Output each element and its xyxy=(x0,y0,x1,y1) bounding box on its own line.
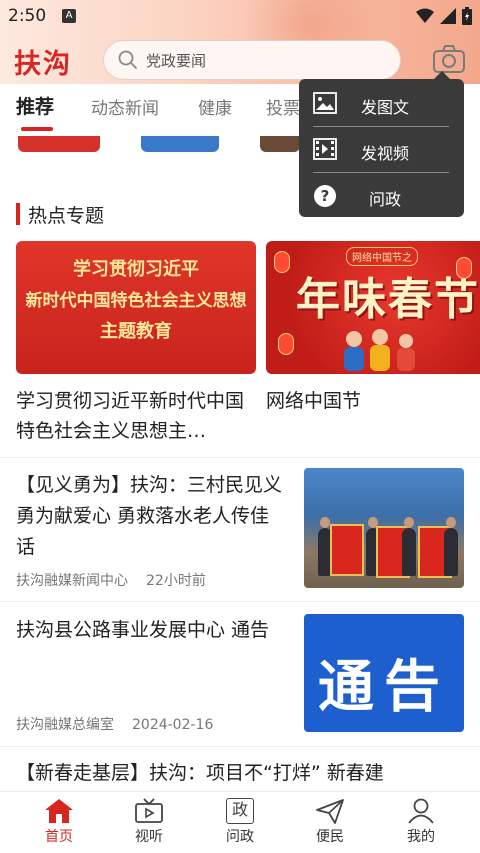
partial-card[interactable] xyxy=(141,136,219,152)
award-banner xyxy=(330,524,364,576)
nav-home[interactable]: 首页 xyxy=(29,798,89,846)
app-header: 2:50 A 扶沟 党政要闻 xyxy=(0,0,480,84)
topic-image-title: 年味春节 xyxy=(296,274,480,325)
tv-icon xyxy=(135,798,163,823)
topic-caption[interactable]: 网络中国节 xyxy=(266,386,476,416)
tab-vote[interactable]: 投票 xyxy=(266,94,300,119)
person-icon xyxy=(408,798,434,824)
popup-item-post-video[interactable]: 发视频 xyxy=(299,127,464,173)
person-figure xyxy=(402,517,416,576)
nav-video[interactable]: 视听 xyxy=(119,798,179,846)
image-icon xyxy=(313,92,337,114)
topic-image-text: 新时代中国特色社会主义思想 xyxy=(25,291,247,311)
news-title[interactable]: 【新春走基层】扶沟：项目不“打烊” 新春建 xyxy=(16,758,476,789)
section-title-text: 热点专题 xyxy=(28,204,105,227)
nav-services[interactable]: 便民 xyxy=(300,798,360,846)
video-icon xyxy=(313,138,337,160)
news-source: 扶沟融媒新闻中心 xyxy=(16,573,128,589)
search-bar[interactable]: 党政要闻 xyxy=(103,40,401,80)
home-icon xyxy=(45,799,73,823)
signal-icon xyxy=(440,8,456,24)
lantern-decoration xyxy=(274,251,290,273)
nav-label: 我的 xyxy=(407,829,435,845)
popup-item-post-image[interactable]: 发图文 xyxy=(299,81,464,127)
app-logo: 扶沟 xyxy=(14,49,72,80)
notification-a-icon: A xyxy=(62,9,76,23)
lantern-decoration xyxy=(278,333,294,355)
news-thumbnail[interactable]: 通告 xyxy=(304,614,464,732)
section-title-bar xyxy=(16,203,20,225)
popup-item-ask[interactable]: ? 问政 xyxy=(299,173,464,219)
partial-card[interactable] xyxy=(260,136,300,152)
topic-card-image[interactable]: 学习贯彻习近平 新时代中国特色社会主义思想 主题教育 xyxy=(16,241,256,374)
nav-label: 首页 xyxy=(45,829,73,845)
question-icon: ? xyxy=(314,185,336,207)
notice-thumbnail-text: 通告 xyxy=(318,655,450,720)
family-illustration xyxy=(344,329,415,371)
nav-politics[interactable]: 政 问政 xyxy=(210,798,270,846)
news-time: 2024-02-16 xyxy=(132,717,214,733)
nav-label: 问政 xyxy=(226,829,254,845)
send-icon xyxy=(316,799,344,824)
popup-item-label: 发图文 xyxy=(361,98,410,117)
search-placeholder: 党政要闻 xyxy=(146,51,207,70)
topic-card-image[interactable]: 网络中国节之 年味春节 xyxy=(266,241,480,374)
news-meta: 扶沟融媒总编室 2024-02-16 xyxy=(16,714,213,734)
svg-text:?: ? xyxy=(321,187,330,205)
zheng-icon: 政 xyxy=(226,798,254,824)
battery-icon xyxy=(462,7,472,25)
news-source: 扶沟融媒总编室 xyxy=(16,717,114,733)
status-time: 2:50 xyxy=(8,6,47,26)
lantern-decoration xyxy=(456,257,472,279)
active-tab-indicator xyxy=(21,127,53,131)
person-figure xyxy=(444,517,458,576)
partial-card[interactable] xyxy=(18,136,100,152)
nav-mine[interactable]: 我的 xyxy=(391,798,451,846)
camera-icon[interactable] xyxy=(432,44,466,74)
news-thumbnail[interactable] xyxy=(304,468,464,588)
popup-item-label: 问政 xyxy=(369,190,402,209)
status-bar: 2:50 A xyxy=(0,0,480,32)
wifi-icon xyxy=(416,8,434,23)
topic-image-text: 学习贯彻习近平 xyxy=(73,259,199,280)
news-meta: 扶沟融媒新闻中心 22小时前 xyxy=(16,570,206,590)
topic-caption[interactable]: 学习贯彻习近平新时代中国特色社会主义思想主… xyxy=(16,386,258,446)
divider xyxy=(0,746,480,747)
news-title[interactable]: 扶沟县公路事业发展中心 通告 xyxy=(16,615,284,646)
bottom-navigation: 首页 视听 政 问政 便民 我的 xyxy=(0,791,480,853)
news-time: 22小时前 xyxy=(146,573,206,589)
search-icon xyxy=(118,50,138,70)
news-title[interactable]: 【见义勇为】扶沟：三村民见义勇为献爱心 勇救落水老人传佳话 xyxy=(16,470,284,563)
nav-label: 视听 xyxy=(135,829,163,845)
tab-health[interactable]: 健康 xyxy=(198,94,232,119)
tab-recommend[interactable]: 推荐 xyxy=(16,92,54,119)
divider xyxy=(0,601,480,602)
section-title-hot-topics: 热点专题 xyxy=(16,200,104,228)
publish-popup-menu: 发图文 发视频 ? 问政 xyxy=(299,71,464,219)
nav-label: 便民 xyxy=(316,829,344,845)
topic-image-text: 主题教育 xyxy=(100,321,172,342)
tab-news[interactable]: 动态新闻 xyxy=(91,94,159,119)
popup-item-label: 发视频 xyxy=(361,144,410,163)
divider xyxy=(0,457,480,458)
